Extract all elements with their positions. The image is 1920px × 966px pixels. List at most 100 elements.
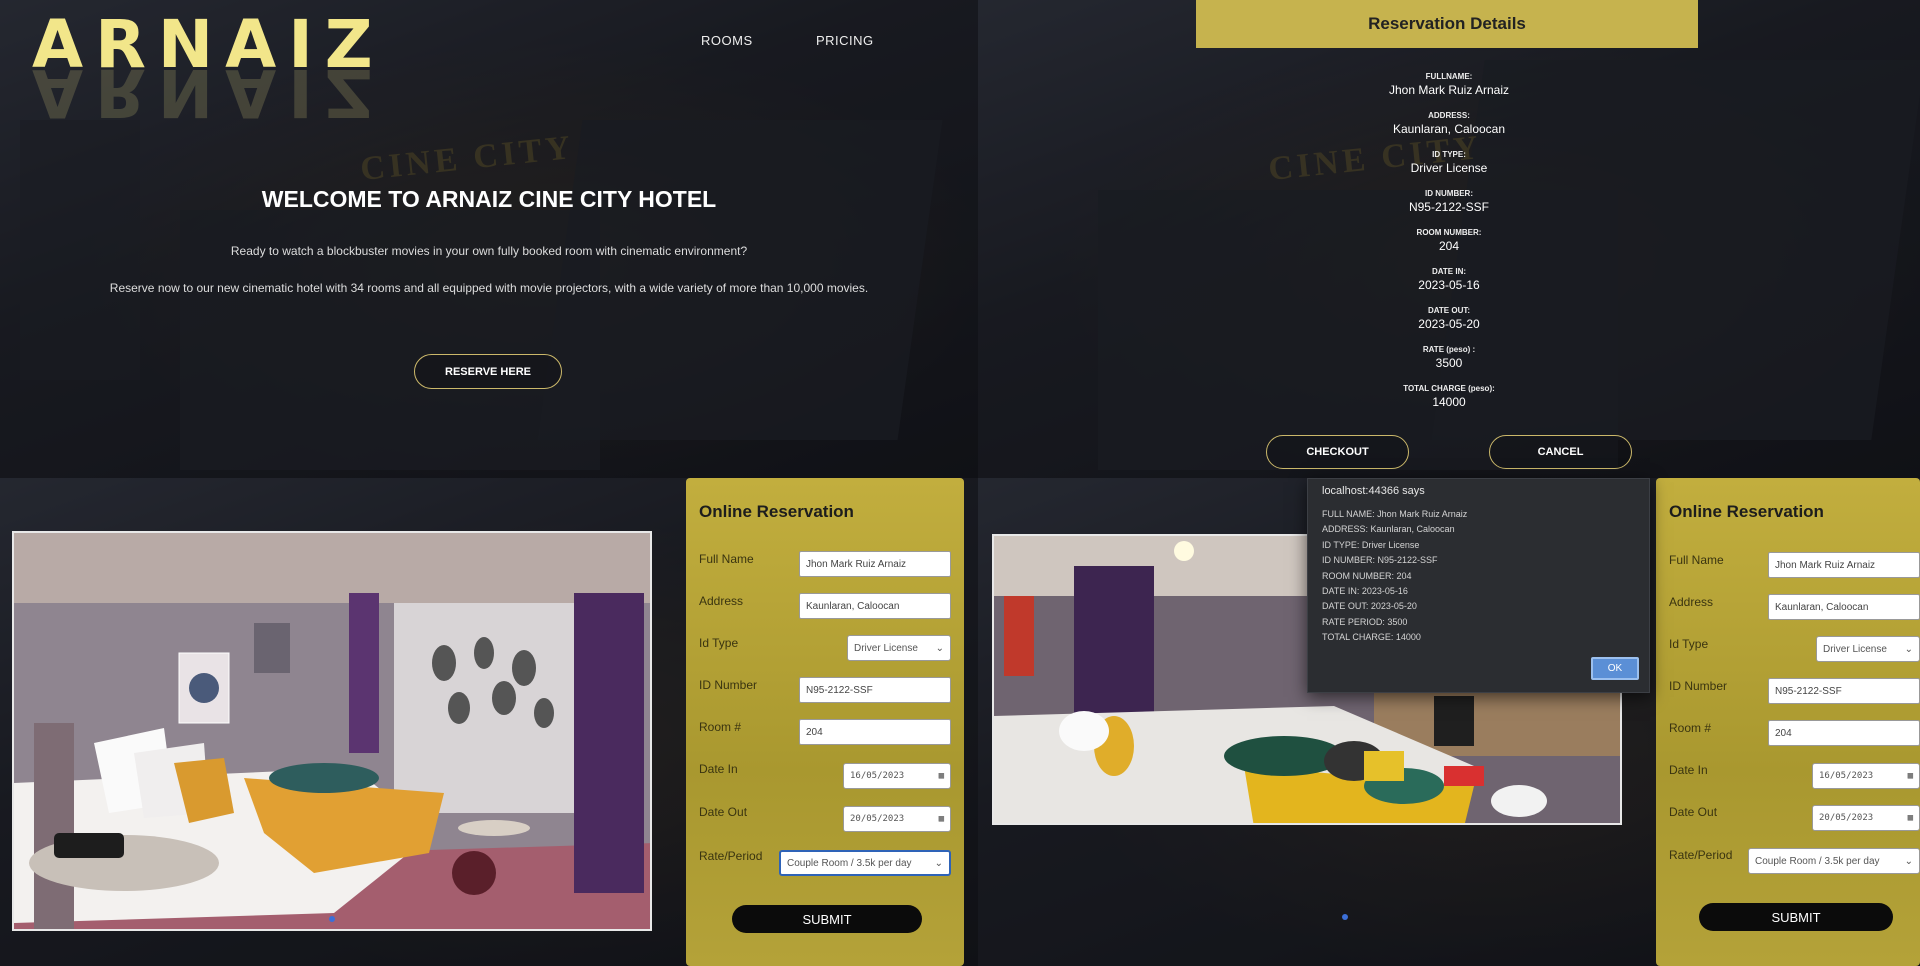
full-name-label: Full Name: [1669, 553, 1724, 567]
rate-label: Rate/Period: [699, 849, 763, 863]
detail-fullname: FULLNAME: Jhon Mark Ruiz Arnaiz: [978, 72, 1920, 111]
room-photo: [14, 533, 650, 929]
full-name-input[interactable]: Jhon Mark Ruiz Arnaiz: [799, 551, 951, 577]
detail-value: Kaunlaran, Caloocan: [1392, 122, 1506, 136]
detail-label: ID NUMBER:: [1425, 189, 1473, 198]
calendar-icon: ▦: [938, 814, 944, 824]
room-input[interactable]: 204: [799, 719, 951, 745]
dialog-line: ID NUMBER: N95-2122-SSF: [1322, 555, 1438, 566]
date-in-input[interactable]: 16/05/2023 ▦: [843, 763, 951, 789]
detail-total-charge: TOTAL CHARGE (peso): 14000: [978, 384, 1920, 423]
room-label: Room #: [1669, 721, 1712, 735]
full-name-label: Full Name: [699, 552, 754, 566]
intro-paragraph: Ready to watch a blockbuster movies in y…: [230, 244, 748, 258]
detail-room-number: ROOM NUMBER: 204: [978, 228, 1920, 267]
calendar-icon: ▦: [1907, 813, 1913, 823]
id-number-label: ID Number: [1669, 679, 1728, 693]
dialog-line: ADDRESS: Kaunlaran, Caloocan: [1322, 524, 1455, 535]
reserve-here-button[interactable]: RESERVE HERE: [414, 354, 562, 389]
detail-label: ID TYPE:: [1432, 150, 1466, 159]
checkout-button[interactable]: CHECKOUT: [1266, 435, 1409, 469]
form-title: Online Reservation: [699, 502, 854, 521]
room-label: Room #: [699, 720, 742, 734]
detail-id-type: ID TYPE: Driver License: [978, 150, 1920, 189]
id-type-label: Id Type: [1669, 637, 1709, 651]
date-in-label: Date In: [699, 762, 738, 776]
reservation-details-title: Reservation Details: [1196, 0, 1698, 48]
detail-label: ROOM NUMBER:: [1416, 228, 1482, 237]
nav-pricing[interactable]: PRICING: [816, 33, 874, 48]
browser-alert-dialog: localhost:44366 says FULL NAME: Jhon Mar…: [1307, 478, 1650, 693]
detail-value: 14000: [1432, 395, 1466, 409]
submit-button[interactable]: SUBMIT: [1699, 903, 1893, 931]
cancel-button[interactable]: CANCEL: [1489, 435, 1632, 469]
chevron-down-icon: ⌄: [1904, 643, 1913, 655]
detail-label: TOTAL CHARGE (peso):: [1403, 384, 1495, 393]
date-in-label: Date In: [1669, 763, 1708, 777]
calendar-icon: ▦: [938, 771, 944, 781]
dialog-line: DATE IN: 2023-05-16: [1322, 586, 1408, 597]
reservation-details-list: FULLNAME: Jhon Mark Ruiz Arnaiz ADDRESS:…: [978, 72, 1920, 423]
detail-value: N95-2122-SSF: [1408, 200, 1490, 214]
page-headline: WELCOME TO ARNAIZ CINE CITY HOTEL: [261, 186, 717, 212]
submit-button[interactable]: SUBMIT: [732, 905, 922, 933]
form-title: Online Reservation: [1669, 502, 1824, 521]
date-in-value: 16/05/2023: [1819, 771, 1874, 781]
rate-label: Rate/Period: [1669, 848, 1733, 862]
id-number-input[interactable]: N95-2122-SSF: [799, 677, 951, 703]
date-in-input[interactable]: 16/05/2023 ▦: [1812, 763, 1920, 789]
chevron-down-icon: ⌄: [935, 642, 944, 654]
detail-rate: RATE (peso) : 3500: [978, 345, 1920, 384]
dialog-line: ID TYPE: Driver License: [1322, 539, 1420, 550]
detail-value: 2023-05-16: [1418, 278, 1480, 292]
id-type-select[interactable]: Driver License ⌄: [1816, 636, 1920, 662]
address-input[interactable]: Kaunlaran, Caloocan: [1768, 594, 1920, 620]
nav-rooms[interactable]: ROOMS: [701, 33, 753, 48]
id-type-selected: Driver License: [854, 642, 918, 654]
date-out-label: Date Out: [699, 805, 748, 819]
online-reservation-form: Online Reservation Full Name Jhon Mark R…: [686, 478, 964, 966]
detail-value: 3500: [1435, 356, 1463, 370]
dialog-line: FULL NAME: Jhon Mark Ruiz Arnaiz: [1322, 509, 1468, 519]
date-out-input[interactable]: 20/05/2023 ▦: [843, 806, 951, 832]
full-name-input[interactable]: Jhon Mark Ruiz Arnaiz: [1768, 552, 1920, 578]
date-in-value: 16/05/2023: [850, 771, 905, 781]
detail-date-out: DATE OUT: 2023-05-20: [978, 306, 1920, 345]
landing-panel: CINE CITY ARNAIZ ARNAIZ ROOMS PRICING WE…: [0, 0, 978, 478]
detail-label: FULLNAME:: [1425, 72, 1473, 81]
detail-label: ADDRESS:: [1428, 111, 1470, 120]
chevron-down-icon: ⌄: [934, 857, 943, 869]
detail-id-number: ID NUMBER: N95-2122-SSF: [978, 189, 1920, 228]
rate-selected: Couple Room / 3.5k per day: [787, 857, 912, 869]
id-type-label: Id Type: [699, 636, 739, 650]
detail-date-in: DATE IN: 2023-05-16: [978, 267, 1920, 306]
dialog-message: FULL NAME: Jhon Mark Ruiz Arnaiz ADDRESS…: [1322, 507, 1467, 646]
detail-label: RATE (peso) :: [1422, 345, 1476, 354]
date-out-label: Date Out: [1669, 805, 1718, 819]
carousel-indicator-dot[interactable]: [329, 916, 335, 922]
room-photo-carousel[interactable]: [12, 531, 652, 931]
rate-period-select[interactable]: Couple Room / 3.5k per day ⌄: [1748, 848, 1920, 874]
chevron-down-icon: ⌄: [1904, 855, 1913, 867]
dialog-line: TOTAL CHARGE: 14000: [1322, 632, 1421, 643]
ok-button[interactable]: OK: [1591, 657, 1639, 680]
date-out-input[interactable]: 20/05/2023 ▦: [1812, 805, 1920, 831]
id-type-select[interactable]: Driver License ⌄: [847, 635, 951, 661]
rate-period-select[interactable]: Couple Room / 3.5k per day ⌄: [779, 850, 951, 876]
address-label: Address: [699, 594, 744, 608]
address-label: Address: [1669, 595, 1714, 609]
carousel-indicator-dot[interactable]: [1342, 914, 1348, 920]
date-out-value: 20/05/2023: [1819, 813, 1874, 823]
dialog-line: RATE PERIOD: 3500: [1322, 616, 1408, 627]
id-number-input[interactable]: N95-2122-SSF: [1768, 678, 1920, 704]
description-paragraph: Reserve now to our new cinematic hotel w…: [109, 281, 869, 295]
detail-label: DATE OUT:: [1427, 306, 1471, 315]
id-type-selected: Driver License: [1823, 643, 1887, 655]
reservation-form-panel: Online Reservation Full Name Jhon Mark R…: [0, 478, 978, 966]
detail-value: 204: [1438, 239, 1460, 253]
detail-label: DATE IN:: [1431, 267, 1467, 276]
date-out-value: 20/05/2023: [850, 814, 905, 824]
id-number-label: ID Number: [699, 678, 758, 692]
room-input[interactable]: 204: [1768, 720, 1920, 746]
address-input[interactable]: Kaunlaran, Caloocan: [799, 593, 951, 619]
